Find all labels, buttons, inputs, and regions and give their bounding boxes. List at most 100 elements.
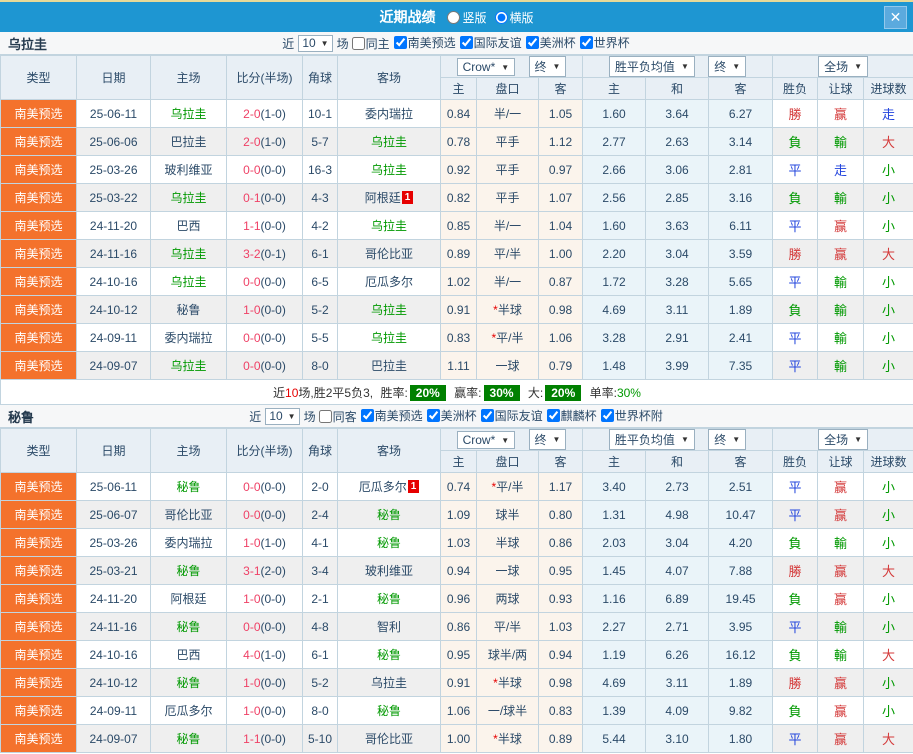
same-venue-filter[interactable]: 同主 <box>350 35 390 52</box>
result-goals-cell: 小 <box>863 155 913 184</box>
competition-filter[interactable]: 南美预选 <box>392 34 456 51</box>
competition-checkbox[interactable] <box>525 36 539 49</box>
home-team-name: 阿根廷 <box>170 592 207 606</box>
layout-horizontal-radio[interactable] <box>494 10 508 24</box>
competition-filter[interactable]: 国际友谊 <box>479 407 543 424</box>
competition-checkbox[interactable] <box>393 36 407 49</box>
odds-home-cell: 1.00 <box>440 724 477 753</box>
competition-checkbox[interactable] <box>426 409 440 422</box>
scope-select[interactable]: 全场 ▼ <box>818 56 868 77</box>
away-team-cell: 阿根廷 1 <box>337 183 441 212</box>
handicap-cell: 球半/两 <box>476 640 539 669</box>
mean-draw-cell: 4.98 <box>645 500 710 529</box>
same-venue-checkbox[interactable] <box>351 36 365 50</box>
match-type-cell: 南美预选 <box>0 472 77 501</box>
competition-checkbox[interactable] <box>459 36 473 49</box>
close-icon[interactable]: ✕ <box>884 6 907 29</box>
mean-away-cell: 3.95 <box>708 612 774 641</box>
layout-horizontal-option[interactable]: 横版 <box>491 9 534 26</box>
away-team-name: 秘鲁 <box>376 592 401 606</box>
result-wdl-cell: 平 <box>772 472 819 501</box>
same-venue-filter[interactable]: 同客 <box>317 408 357 425</box>
mean-away-cell: 16.12 <box>708 640 774 669</box>
single-rate-value: 30% <box>616 385 641 400</box>
sub-col-mean-home: 主 <box>582 450 647 473</box>
away-team-name: 阿根廷 <box>364 191 401 205</box>
bookmaker-select[interactable]: Crow* ▼ <box>456 431 516 449</box>
competition-checkbox[interactable] <box>546 409 560 422</box>
competition-filter[interactable]: 美洲杯 <box>425 407 477 424</box>
bookmaker-select[interactable]: Crow* ▼ <box>456 58 516 76</box>
match-date-cell: 24-10-16 <box>76 640 151 669</box>
home-team-name: 玻利维亚 <box>164 163 213 177</box>
layout-vertical-option[interactable]: 竖版 <box>443 9 487 26</box>
cover-rate-label: 赢率: <box>454 385 482 400</box>
fulltime-score: 1-0 <box>243 302 261 317</box>
competition-filter[interactable]: 美洲杯 <box>524 34 576 51</box>
competition-filter[interactable]: 世界杯 <box>578 34 630 51</box>
home-team-name: 乌拉圭 <box>170 247 207 261</box>
mean-away-cell: 1.89 <box>708 295 774 324</box>
competition-checkbox[interactable] <box>579 36 593 49</box>
result-handicap-cell: 走 <box>817 155 865 184</box>
summary-prefix: 近 <box>273 385 286 400</box>
halftime-score: (0-0) <box>260 330 286 345</box>
competition-checkbox[interactable] <box>480 409 494 422</box>
halftime-score: (0-0) <box>260 675 286 690</box>
score-cell: 0-1(0-0) <box>226 183 303 212</box>
away-team-cell: 巴拉圭 <box>337 351 441 380</box>
corner-cell: 8-0 <box>302 351 338 380</box>
odds-time-select[interactable]: 终 ▼ <box>528 56 567 77</box>
match-count-select[interactable]: 10 ▼ <box>298 34 333 52</box>
mean-away-cell: 3.14 <box>708 127 774 156</box>
competition-checkbox[interactable] <box>600 409 614 422</box>
corner-cell: 2-4 <box>302 500 338 529</box>
competition-label: 南美预选 <box>407 36 456 50</box>
same-venue-checkbox[interactable] <box>318 409 332 423</box>
home-team-name: 委内瑞拉 <box>164 331 213 345</box>
competition-label: 南美预选 <box>374 409 423 423</box>
odds-time-select[interactable]: 终 ▼ <box>528 429 567 450</box>
result-goals-cell: 小 <box>863 183 913 212</box>
chevron-down-icon: ▼ <box>501 435 510 445</box>
single-rate-label: 单率: <box>589 385 617 400</box>
competition-filter[interactable]: 麒麟杯 <box>545 407 597 424</box>
competition-filter[interactable]: 国际友谊 <box>458 34 522 51</box>
mean-type-select[interactable]: 胜平负均值 ▼ <box>608 429 695 450</box>
scope-select[interactable]: 全场 ▼ <box>818 429 868 450</box>
home-team-name: 巴拉圭 <box>170 135 207 149</box>
chevron-down-icon: ▼ <box>287 411 296 421</box>
fulltime-score: 0-0 <box>243 358 261 373</box>
games-label: 场 <box>336 36 349 51</box>
competition-filter[interactable]: 世界杯附 <box>599 407 663 424</box>
mean-time-select[interactable]: 终 ▼ <box>708 429 747 450</box>
mean-draw-cell: 3.28 <box>645 267 710 296</box>
sub-col-mean-draw: 和 <box>645 450 710 473</box>
handicap-text: 一/球半 <box>487 704 528 718</box>
odds-home-cell: 0.83 <box>440 323 477 352</box>
mean-draw-cell: 2.85 <box>645 183 710 212</box>
result-handicap-cell: 輸 <box>817 528 865 557</box>
mean-draw-cell: 3.04 <box>645 528 710 557</box>
result-goals-cell: 大 <box>863 640 913 669</box>
odds-home-cell: 0.89 <box>440 239 477 268</box>
match-date-cell: 25-03-26 <box>76 155 151 184</box>
mean-time-select[interactable]: 终 ▼ <box>708 56 747 77</box>
col-date: 日期 <box>76 55 151 100</box>
match-type-cell: 南美预选 <box>0 612 77 641</box>
chevron-down-icon: ▼ <box>680 62 689 71</box>
competition-filter[interactable]: 南美预选 <box>359 407 423 424</box>
competition-checkbox[interactable] <box>360 409 374 422</box>
match-row: 南美预选 24-10-12 秘鲁 1-0(0-0) 5-2 乌拉圭 0.91 *半球 0.98 4… <box>0 668 913 697</box>
mean-draw-cell: 2.71 <box>645 612 710 641</box>
halftime-score: (0-0) <box>260 703 286 718</box>
match-count-select[interactable]: 10 ▼ <box>265 407 300 425</box>
home-team-cell: 乌拉圭 <box>150 99 227 128</box>
handicap-cell: 两球 <box>476 584 539 613</box>
halftime-score: (1-0) <box>260 647 286 662</box>
halftime-score: (1-0) <box>260 134 286 149</box>
result-goals-cell: 小 <box>863 267 913 296</box>
layout-vertical-radio[interactable] <box>447 10 461 24</box>
match-date-cell: 24-11-20 <box>76 211 151 240</box>
mean-type-select[interactable]: 胜平负均值 ▼ <box>608 56 695 77</box>
